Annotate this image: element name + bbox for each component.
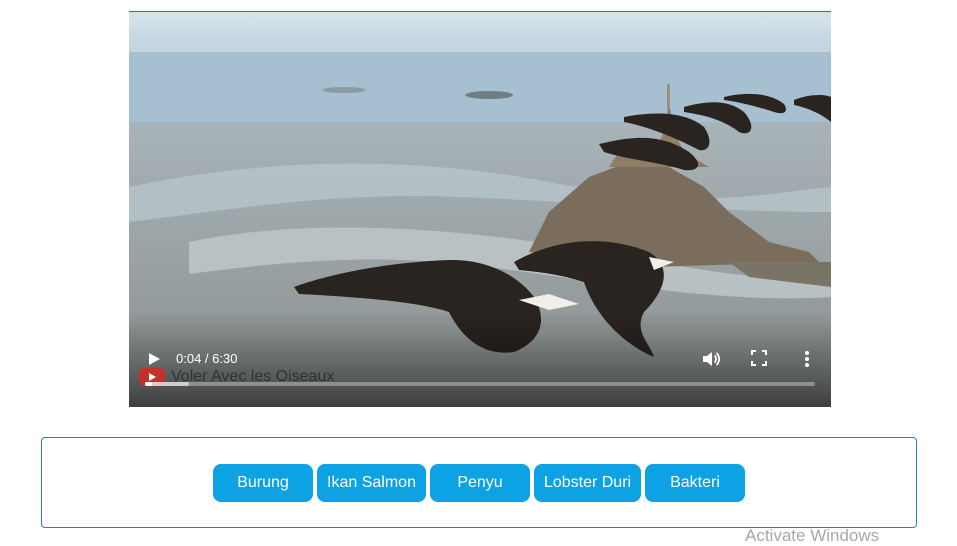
- choice-button-group: Burung Ikan Salmon Penyu Lobster Duri Ba…: [213, 464, 745, 502]
- more-vertical-icon: [805, 351, 809, 367]
- fullscreen-icon: [751, 350, 767, 366]
- choice-button-bakteri[interactable]: Bakteri: [645, 464, 745, 502]
- fullscreen-button[interactable]: [751, 350, 767, 366]
- video-player[interactable]: Voler Avec les Oiseaux 0:04 / 6:30: [129, 11, 831, 407]
- volume-icon: [703, 352, 721, 366]
- activate-windows-watermark: Activate Windows: [745, 526, 880, 545]
- more-options-button[interactable]: [800, 349, 814, 369]
- answer-choices-panel: Burung Ikan Salmon Penyu Lobster Duri Ba…: [41, 437, 917, 528]
- play-button[interactable]: [146, 351, 162, 367]
- time-display: 0:04 / 6:30: [176, 351, 238, 366]
- progress-played: [145, 382, 152, 386]
- choice-button-lobster-duri[interactable]: Lobster Duri: [534, 464, 641, 502]
- choice-button-burung[interactable]: Burung: [213, 464, 313, 502]
- choice-button-ikan-salmon[interactable]: Ikan Salmon: [317, 464, 426, 502]
- progress-bar[interactable]: [145, 382, 815, 386]
- choice-button-penyu[interactable]: Penyu: [430, 464, 530, 502]
- volume-button[interactable]: [701, 349, 721, 369]
- play-icon: [149, 353, 160, 365]
